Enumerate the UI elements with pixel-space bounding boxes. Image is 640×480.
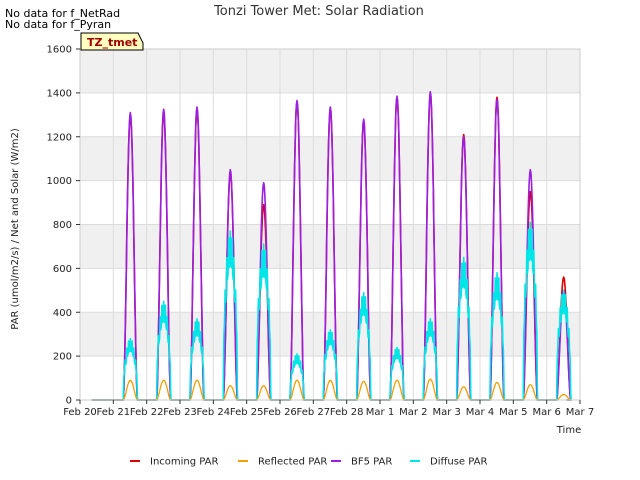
x-tick-label: Feb 25 (230, 407, 264, 418)
y-tick-label: 200 (53, 352, 72, 363)
x-tick-label: Mar 3 (432, 407, 460, 418)
x-tick-label: Mar 1 (366, 407, 394, 418)
x-tick-label: Feb 22 (130, 407, 164, 418)
legend-label: Diffuse PAR (430, 457, 487, 468)
y-tick-label: 1200 (47, 132, 72, 143)
grid-band (80, 136, 580, 181)
legend-label: Reflected PAR (258, 457, 327, 468)
legend-label: BF5 PAR (351, 457, 392, 468)
x-axis: Feb 20 Feb 21 Feb 22 Feb 23 Feb 24 Feb 25 Feb … (63, 400, 594, 418)
x-tick-label: Feb 20 (63, 407, 97, 418)
y-axis-label: PAR (umol/m2/s) / Net and Solar (W/m2) (10, 128, 21, 330)
x-tick-label: Mar 5 (499, 407, 527, 418)
y-tick-label: 400 (53, 308, 72, 319)
x-tick-label: Feb 27 (297, 407, 331, 418)
y-tick-label: 1000 (47, 176, 72, 187)
grid-band (80, 49, 580, 93)
legend-label: Incoming PAR (150, 457, 219, 468)
x-tick-label: Feb 23 (163, 407, 197, 418)
x-tick-label: Feb 24 (197, 407, 231, 418)
y-tick-label: 1400 (47, 88, 72, 99)
tz-badge: TZ_tmet (80, 32, 144, 51)
y-tick-label: 0 (66, 396, 72, 407)
y-tick-label: 800 (53, 220, 72, 231)
tz-badge-label: TZ_tmet (87, 36, 137, 49)
x-axis-label: Time (556, 425, 581, 436)
x-tick-label: Feb 28 (330, 407, 364, 418)
y-tick-label: 600 (53, 264, 72, 275)
chart-title: Tonzi Tower Met: Solar Radiation (213, 4, 424, 19)
y-axis: 0 200 400 600 800 1000 1200 1400 1600 (47, 45, 80, 407)
x-tick-label: Mar 7 (566, 407, 594, 418)
x-tick-label: Mar 6 (532, 407, 560, 418)
grid-band (80, 224, 580, 269)
y-tick-label: 1600 (47, 45, 72, 56)
legend: Incoming PAR Reflected PAR BF5 PAR Diffuse … (130, 457, 487, 468)
x-tick-label: Mar 4 (466, 407, 494, 418)
chart: 02004006008001000120014001600 Feb 20 Feb … (10, 4, 594, 468)
x-tick-label: Mar 2 (399, 407, 427, 418)
x-tick-label: Feb 26 (263, 407, 297, 418)
x-tick-label: Feb 21 (97, 407, 131, 418)
